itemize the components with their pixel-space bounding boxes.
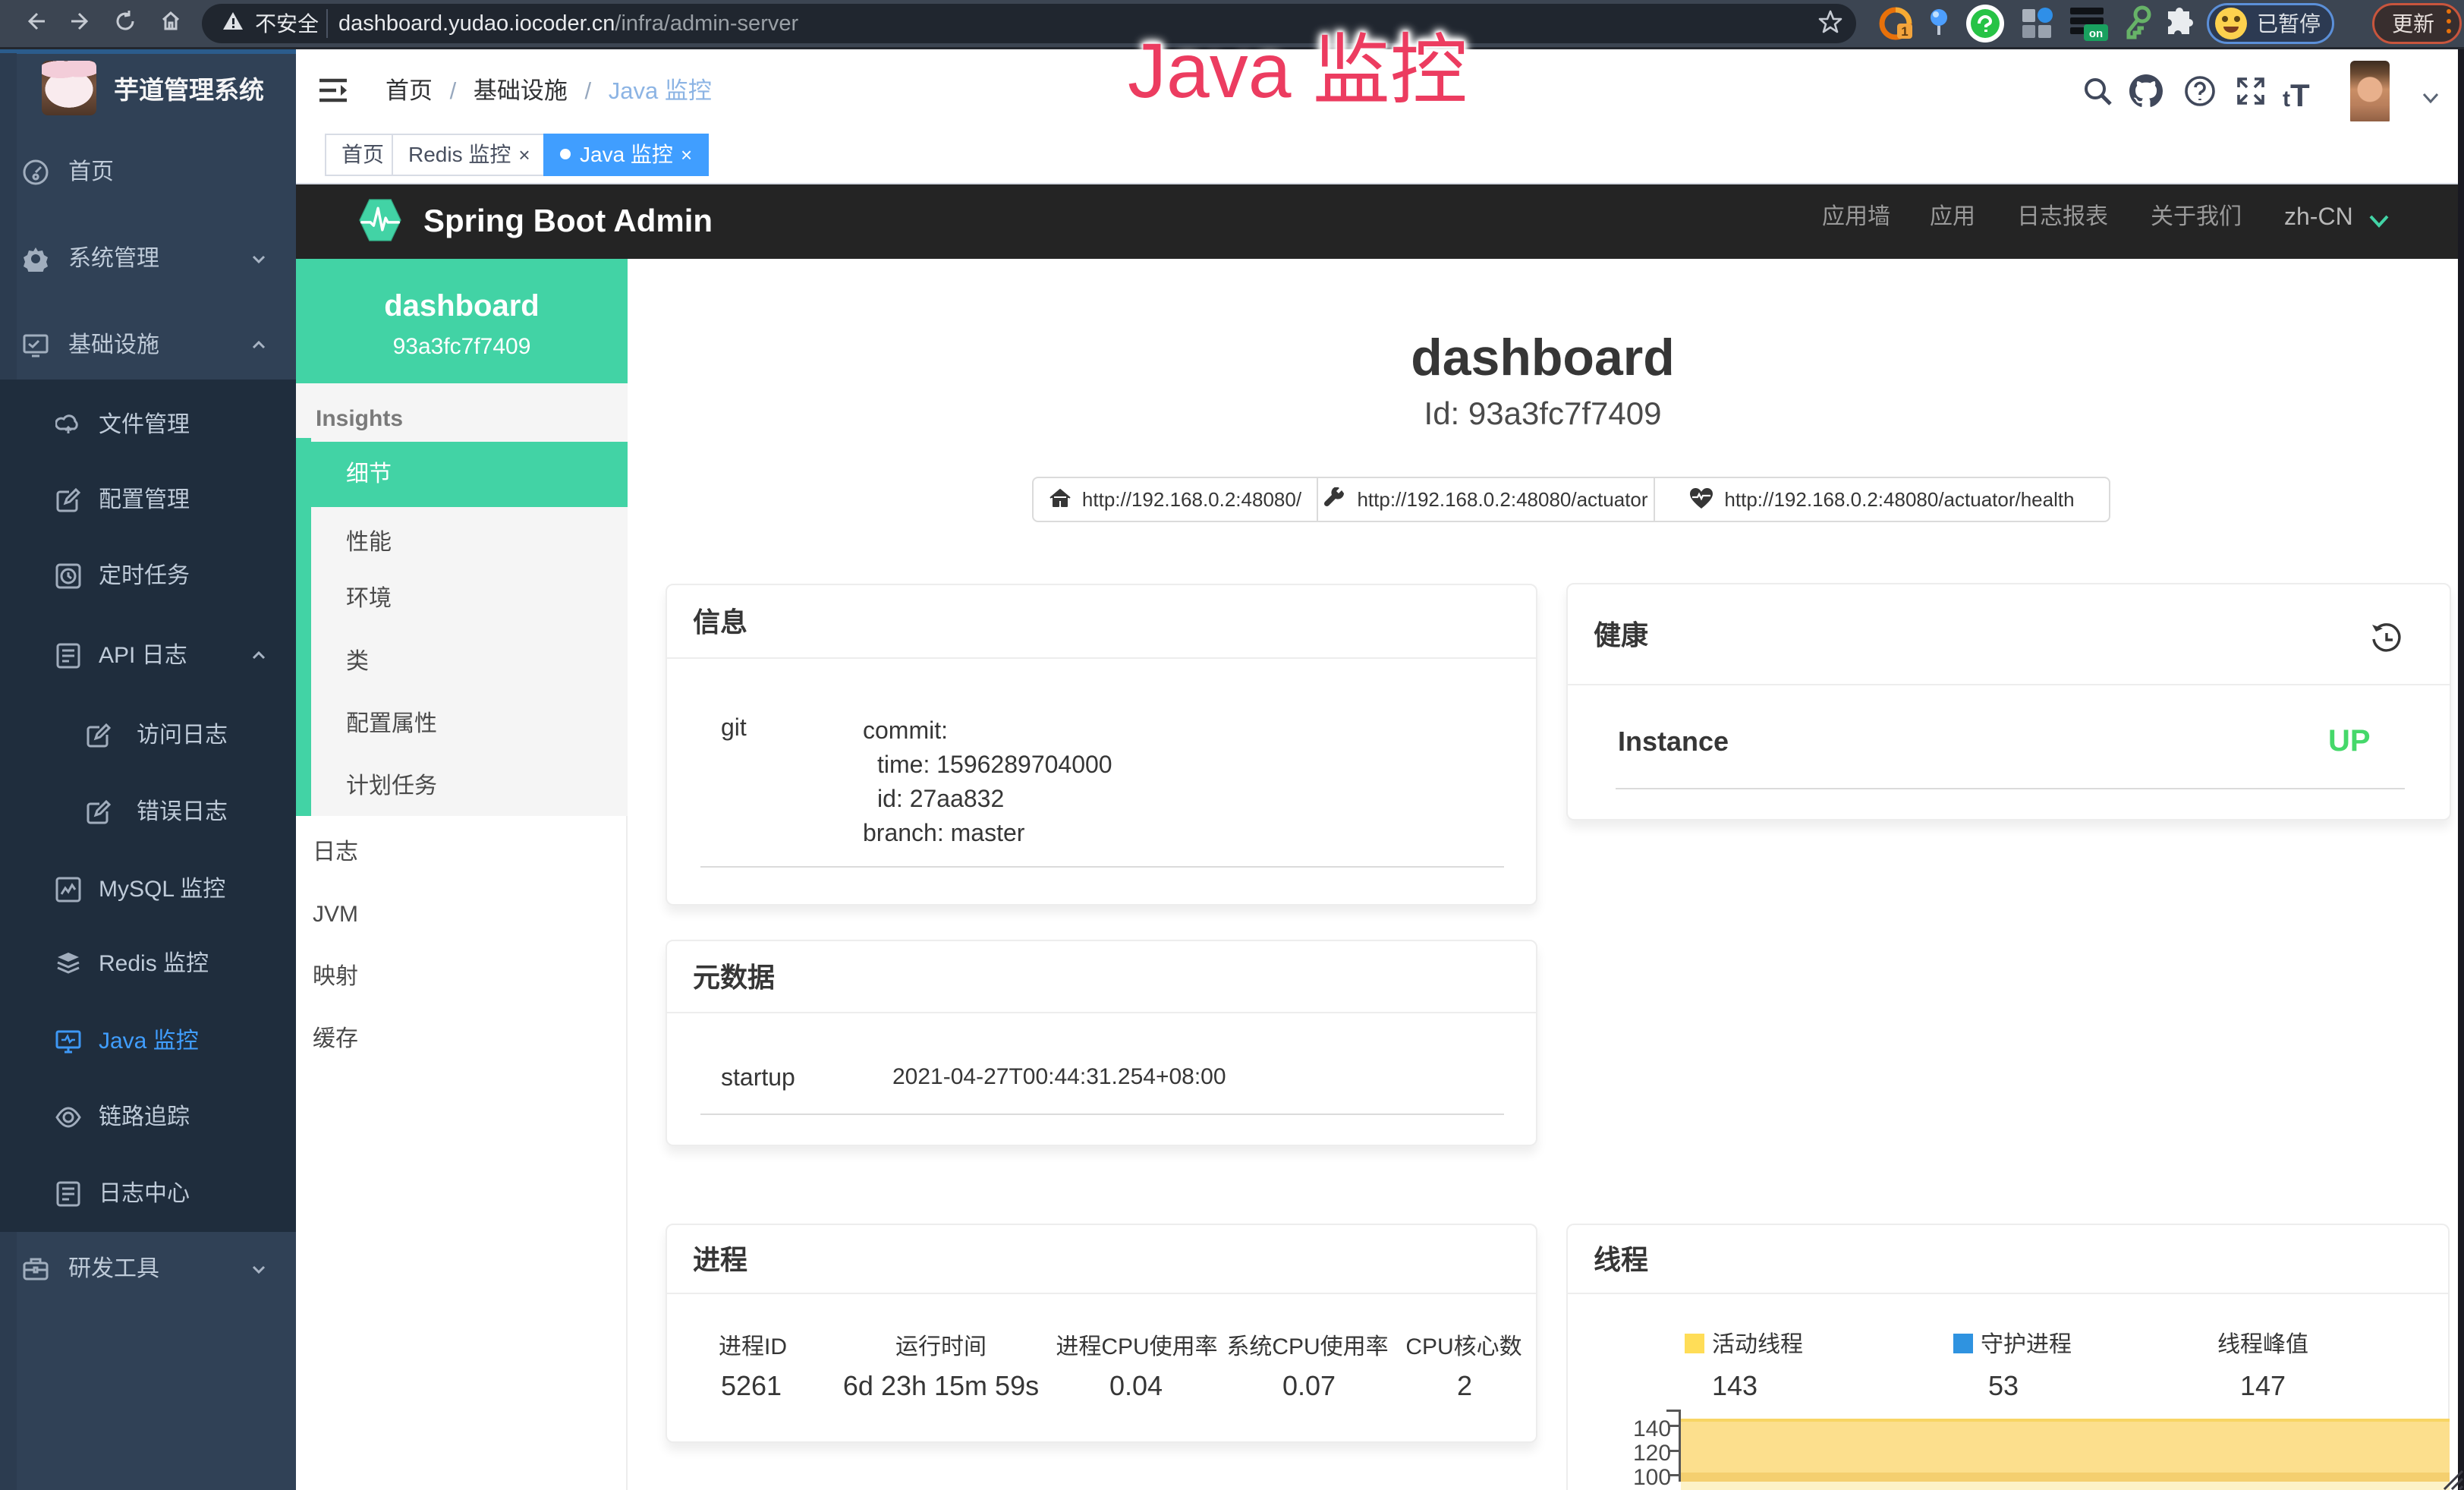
- svg-text:on: on: [2089, 27, 2103, 40]
- svg-text:1: 1: [1901, 24, 1908, 39]
